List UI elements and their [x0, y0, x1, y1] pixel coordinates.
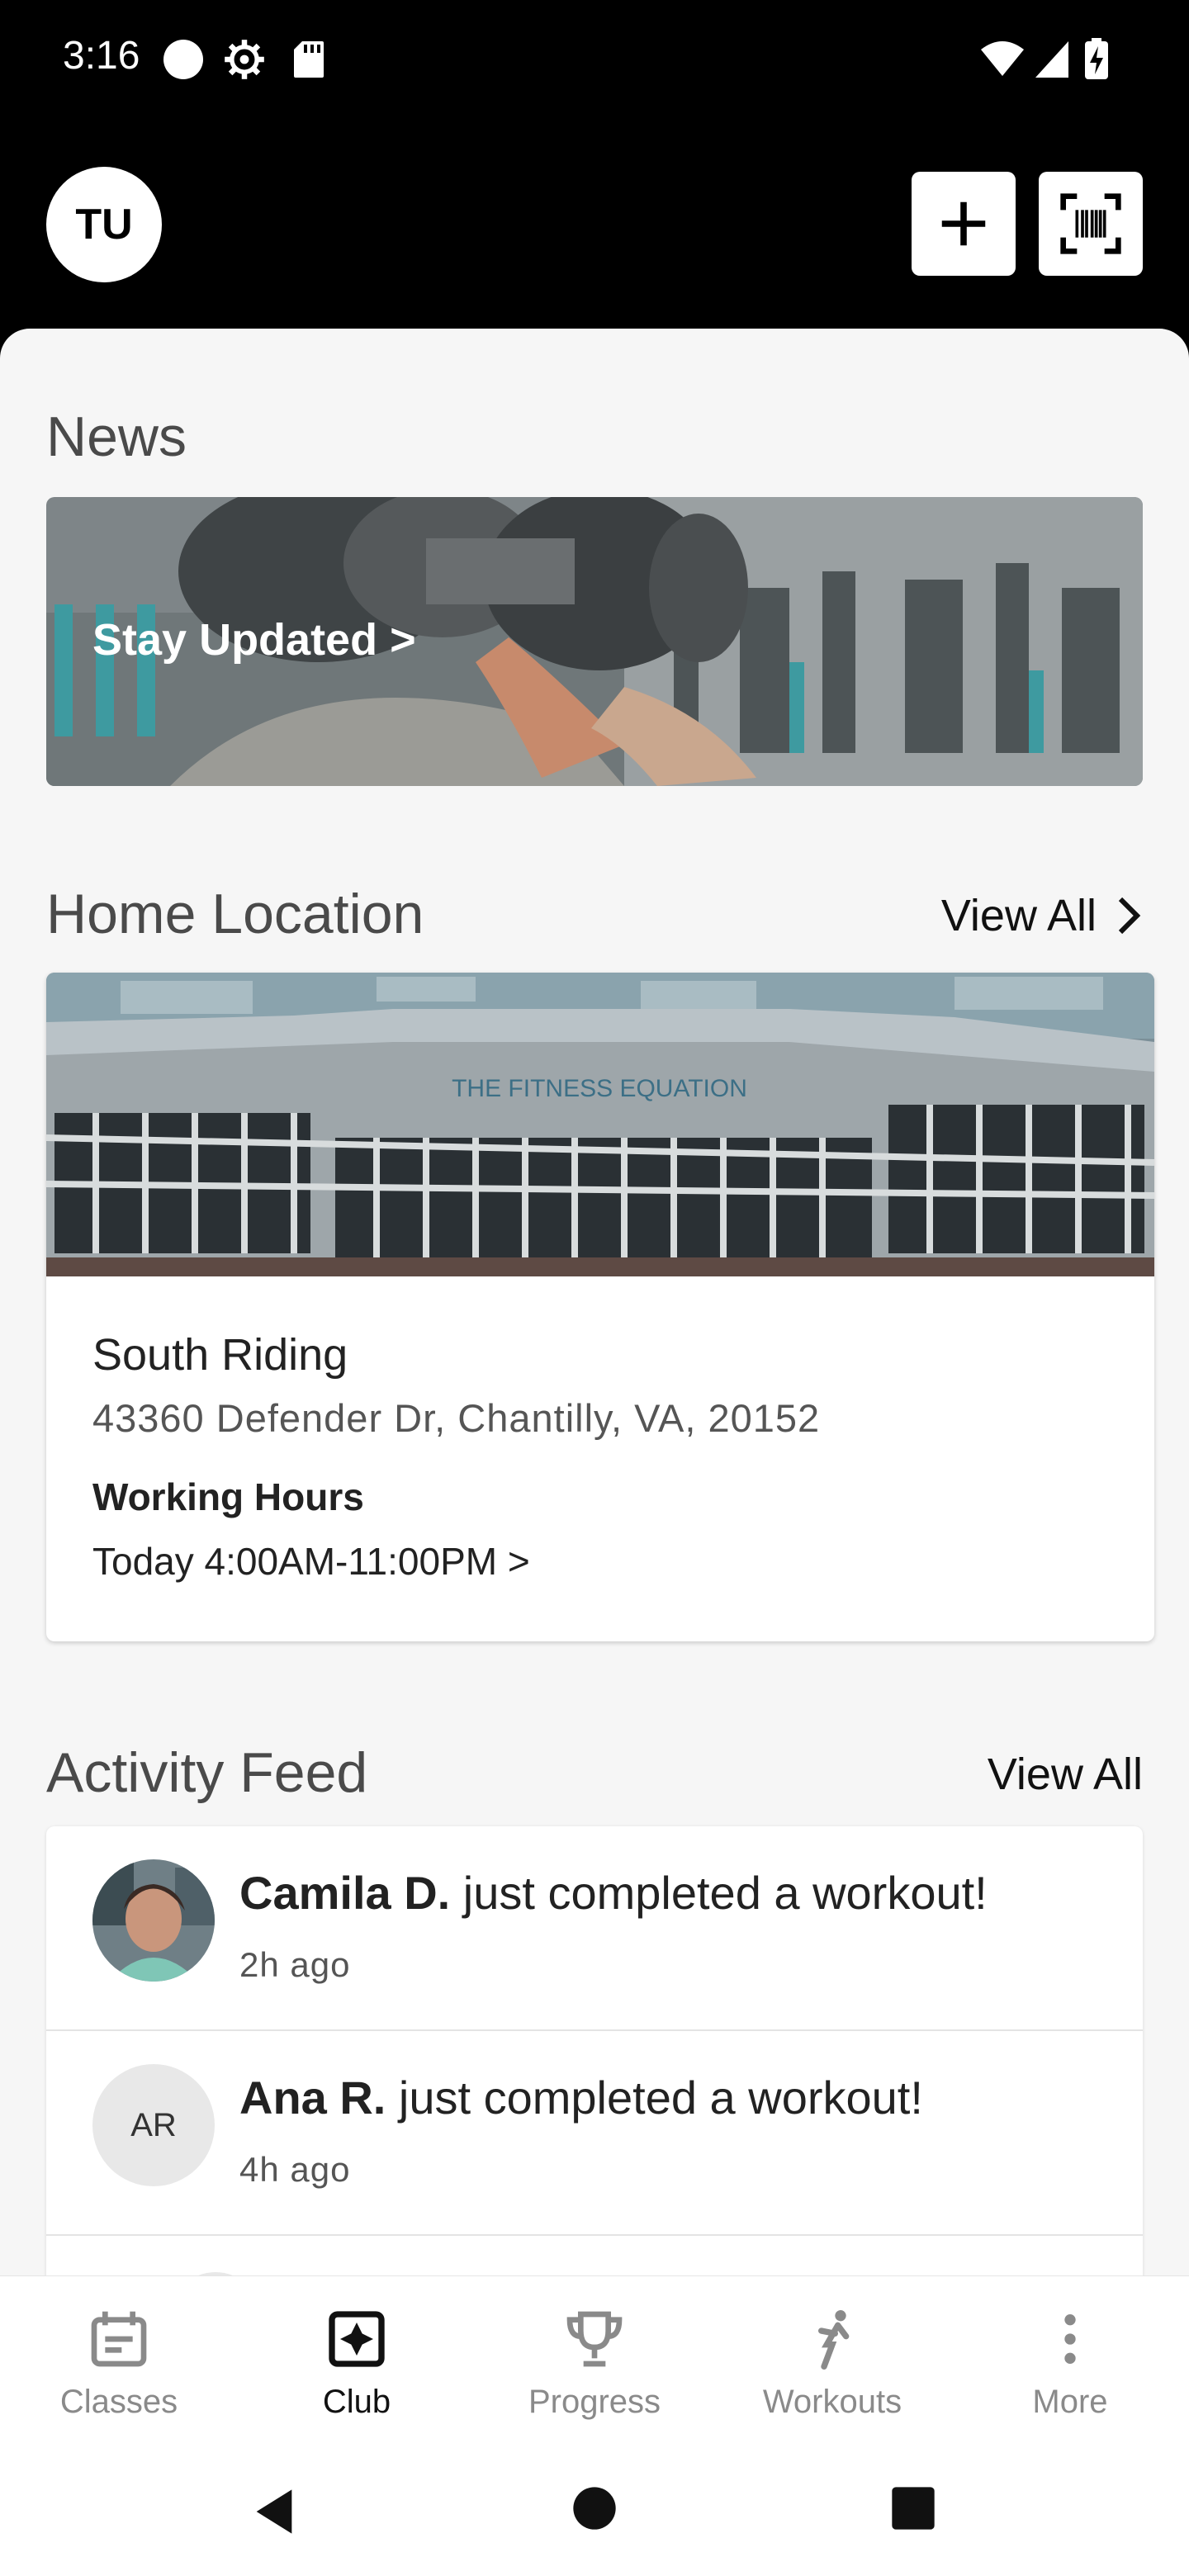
wifi-icon	[981, 41, 1024, 76]
news-banner-text: Stay Updated >	[92, 615, 416, 665]
gym-building-image: THE FITNESS EQUATION	[46, 973, 1154, 1276]
feed-time: 2h ago	[239, 1945, 351, 1984]
working-hours-today[interactable]: Today 4:00AM-11:00PM >	[92, 1539, 530, 1584]
main-content: News Stay Updated > Home Location View A…	[0, 329, 1189, 2277]
status-bar: 3:16	[0, 0, 1189, 124]
location-address: 43360 Defender Dr, Chantilly, VA, 20152	[92, 1396, 821, 1440]
feed-action: just completed a workout!	[386, 2072, 923, 2124]
feed-item[interactable]: Camila D. just completed a workout! 2h a…	[46, 1826, 1143, 2031]
news-title: News	[46, 405, 187, 468]
home-icon[interactable]	[571, 2485, 618, 2531]
back-icon[interactable]	[248, 2485, 301, 2538]
feed-action: just completed a workout!	[450, 1867, 988, 1919]
working-hours-label: Working Hours	[92, 1475, 364, 1518]
view-all-label: View All	[940, 891, 1097, 940]
plus-icon	[941, 201, 986, 246]
feed-user-name: Camila D.	[239, 1867, 451, 1919]
feed-text: Ana R. just completed a workout!	[239, 2071, 923, 2124]
profile-avatar[interactable]: TU	[46, 167, 162, 282]
nav-workouts[interactable]: Workouts	[713, 2306, 951, 2438]
feed-text: Camila D. just completed a workout!	[239, 1866, 988, 1920]
app-header: TU	[0, 124, 1189, 330]
location-name: South Riding	[92, 1330, 348, 1380]
activity-feed-list: Camila D. just completed a workout! 2h a…	[46, 1826, 1143, 2277]
gym-sign: THE FITNESS EQUATION	[452, 1075, 747, 1102]
add-button[interactable]	[912, 172, 1016, 276]
view-all-label: View All	[987, 1750, 1143, 1799]
chevron-right-icon	[1118, 897, 1141, 935]
feed-user-name: Ana R.	[239, 2072, 386, 2124]
club-icon	[329, 2311, 385, 2367]
nav-label: Progress	[528, 2384, 661, 2420]
nav-more[interactable]: More	[951, 2306, 1189, 2438]
feed-time: 4h ago	[239, 2150, 351, 2189]
bottom-navigation: Classes Club Progress Workouts More	[0, 2275, 1189, 2441]
nav-label: Workouts	[762, 2384, 902, 2420]
nav-club[interactable]: Club	[238, 2306, 476, 2438]
user-avatar-initials: AR	[92, 2064, 215, 2186]
trophy-icon	[566, 2311, 623, 2367]
user-avatar-photo	[92, 1859, 215, 1982]
battery-charging-icon	[1085, 38, 1108, 79]
nav-progress[interactable]: Progress	[476, 2306, 713, 2438]
notification-dot-icon	[163, 40, 203, 79]
signal-icon	[1035, 41, 1068, 78]
news-banner[interactable]: Stay Updated >	[46, 497, 1143, 786]
feed-item[interactable]: AR Ana R. just completed a workout! 4h a…	[46, 2031, 1143, 2236]
barcode-scan-icon	[1060, 193, 1121, 254]
recents-icon[interactable]	[890, 2485, 936, 2531]
activity-feed-view-all[interactable]: View All	[988, 1749, 1143, 1800]
system-navigation-bar	[0, 2441, 1189, 2576]
status-time: 3:16	[63, 34, 140, 78]
more-vertical-icon	[1064, 2314, 1076, 2364]
home-location-card[interactable]: THE FITNESS EQUATION South Riding 43360 …	[46, 973, 1154, 1641]
nav-label: Club	[322, 2384, 391, 2420]
calendar-icon	[91, 2311, 147, 2367]
nav-label: Classes	[59, 2384, 178, 2420]
gear-icon	[225, 40, 264, 79]
home-location-title: Home Location	[46, 883, 424, 945]
activity-feed-title: Activity Feed	[46, 1741, 368, 1804]
workout-figure-icon	[818, 2310, 850, 2370]
sd-card-icon	[294, 41, 324, 78]
nav-label: More	[1032, 2384, 1108, 2420]
nav-classes[interactable]: Classes	[0, 2306, 238, 2438]
scan-barcode-button[interactable]	[1039, 172, 1143, 276]
home-location-view-all[interactable]: View All	[941, 890, 1143, 941]
